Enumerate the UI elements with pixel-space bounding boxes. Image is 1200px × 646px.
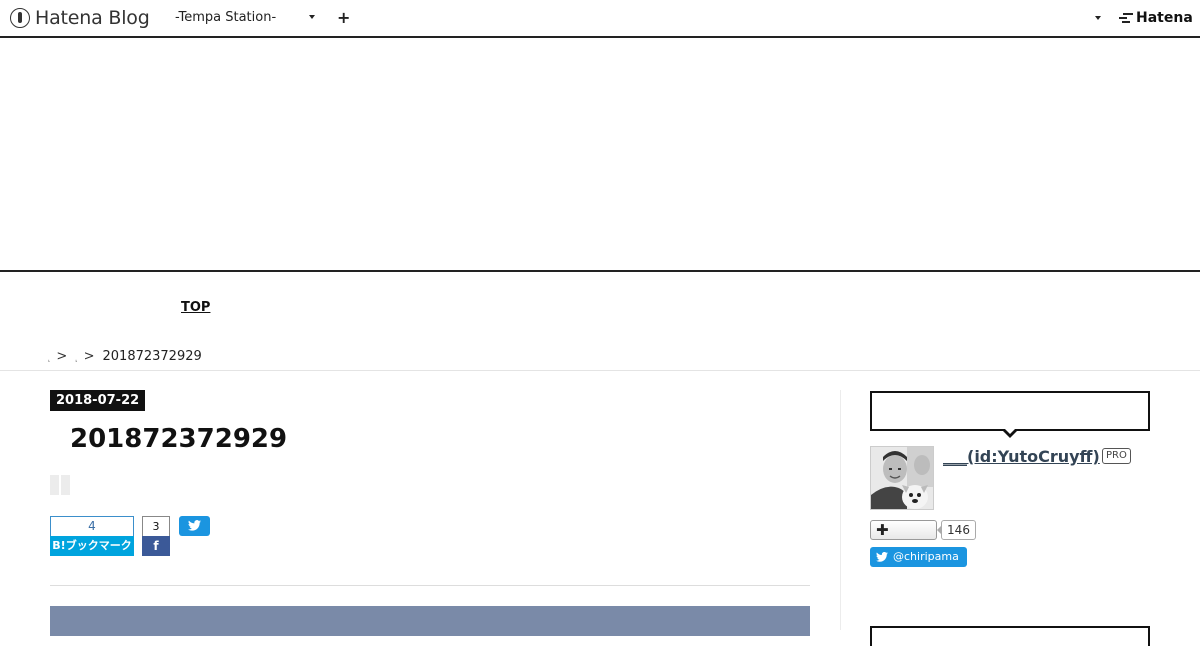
avatar[interactable] xyxy=(870,446,934,510)
sidebar-profile-header-box xyxy=(870,391,1150,431)
caret-down-icon xyxy=(309,15,315,19)
facebook-share[interactable]: 3 f xyxy=(142,516,170,556)
hatena-bookmark-count[interactable]: 4 xyxy=(50,516,134,536)
user-menu-caret-icon[interactable] xyxy=(1095,16,1101,20)
nav-top-link[interactable]: TOP xyxy=(181,300,210,315)
breadcrumb-item-home[interactable]: ⸤ xyxy=(48,356,50,363)
hatena-blog-logo-icon xyxy=(10,8,30,28)
entry-date[interactable]: 2018-07-22 xyxy=(50,390,146,411)
facebook-icon[interactable]: f xyxy=(142,536,170,556)
entry-category-placeholder xyxy=(50,475,70,495)
breadcrumb-separator: > xyxy=(56,349,68,364)
twitter-handle: @chiripama xyxy=(893,550,959,563)
hatena-home-link[interactable]: Hatena xyxy=(1119,10,1193,26)
placeholder-bar xyxy=(61,475,70,495)
placeholder-bar xyxy=(50,475,59,495)
entry-image xyxy=(50,606,810,636)
entry-divider xyxy=(50,585,810,586)
facebook-share-count: 3 xyxy=(142,516,170,536)
hatena-logo-text: Hatena xyxy=(1136,10,1193,26)
twitter-bird-icon xyxy=(188,520,201,531)
hatena-bookmark-button[interactable]: B!ブックマーク xyxy=(50,536,134,556)
blog-selector-label: -Tempa Station- xyxy=(175,10,277,25)
breadcrumb-item-category[interactable]: ⸤ xyxy=(75,356,77,363)
pro-badge: PRO xyxy=(1102,448,1131,464)
speech-arrow xyxy=(1001,427,1019,438)
breadcrumb-divider xyxy=(0,370,1200,371)
blog-header xyxy=(0,38,1200,272)
column-divider xyxy=(840,390,841,630)
breadcrumb-current: 201872372929 xyxy=(102,349,202,364)
plus-icon: ✚ xyxy=(876,521,889,539)
hatena-logo-icon xyxy=(1119,13,1133,23)
avatar-image xyxy=(871,447,933,509)
follow-button[interactable]: ✚ xyxy=(870,520,937,540)
hatena-blog-brand-link[interactable]: Hatena Blog xyxy=(10,7,150,29)
brand-text: Hatena Blog xyxy=(35,7,150,29)
twitter-bird-icon xyxy=(876,552,888,562)
global-header: Hatena Blog -Tempa Station- + Hatena xyxy=(0,0,1200,38)
entry-title[interactable]: 201872372929 xyxy=(70,424,287,454)
new-entry-button[interactable]: + xyxy=(337,8,350,27)
follower-count[interactable]: 146 xyxy=(937,520,976,540)
breadcrumb: ⸤ > ⸤ > 201872372929 xyxy=(48,349,202,364)
blog-selector[interactable]: -Tempa Station- xyxy=(175,10,315,28)
profile-name-link[interactable]: ___(id:YutoCruyff) xyxy=(943,447,1100,466)
twitter-share-button[interactable] xyxy=(179,516,210,536)
hatena-bookmark-share[interactable]: 4 B!ブックマーク xyxy=(50,516,134,556)
twitter-follow-button[interactable]: @chiripama xyxy=(870,547,967,567)
breadcrumb-separator: > xyxy=(83,349,95,364)
sidebar-next-module xyxy=(870,626,1150,646)
